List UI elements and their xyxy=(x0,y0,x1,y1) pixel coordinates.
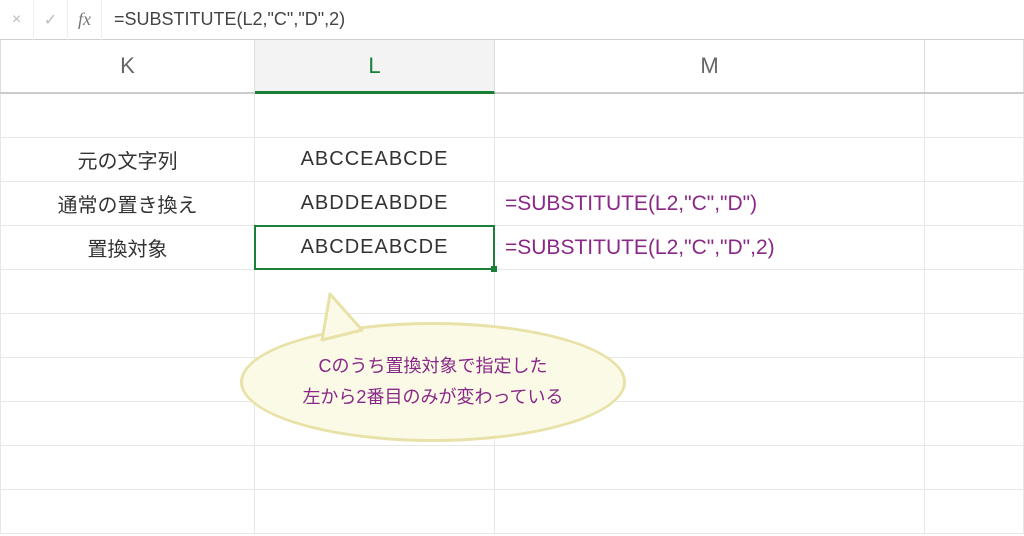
cell-formula[interactable]: =SUBSTITUTE(L2,"C","D") xyxy=(495,182,925,226)
cell-value-selected[interactable]: ABCDEABCDE xyxy=(255,226,495,270)
cell[interactable] xyxy=(495,358,925,402)
cell[interactable] xyxy=(495,490,925,534)
cell-formula[interactable]: =SUBSTITUTE(L2,"C","D",2) xyxy=(495,226,925,270)
cell-label[interactable]: 置換対象 xyxy=(0,226,255,270)
cell[interactable] xyxy=(255,270,495,314)
cell[interactable] xyxy=(925,358,1024,402)
table-row xyxy=(0,490,1024,534)
table-row xyxy=(0,94,1024,138)
cell[interactable] xyxy=(0,94,255,138)
fx-icon[interactable]: fx xyxy=(68,0,102,40)
table-row xyxy=(0,270,1024,314)
table-row xyxy=(0,446,1024,490)
column-header-row: K L M xyxy=(0,40,1024,94)
column-header-l[interactable]: L xyxy=(255,40,495,94)
cell-value[interactable]: ABCCEABCDE xyxy=(255,138,495,182)
table-row: 通常の置き換え ABDDEABDDE =SUBSTITUTE(L2,"C","D… xyxy=(0,182,1024,226)
column-header-k[interactable]: K xyxy=(0,40,255,92)
cell[interactable] xyxy=(925,402,1024,446)
cell[interactable] xyxy=(0,490,255,534)
cell-value[interactable]: ABDDEABDDE xyxy=(255,182,495,226)
cell[interactable] xyxy=(495,270,925,314)
cell[interactable] xyxy=(0,446,255,490)
cell[interactable] xyxy=(925,446,1024,490)
cell[interactable] xyxy=(0,270,255,314)
formula-input[interactable] xyxy=(102,0,1024,39)
cell[interactable] xyxy=(925,314,1024,358)
cell[interactable] xyxy=(255,314,495,358)
column-header-n[interactable] xyxy=(925,40,1024,92)
cell-label[interactable]: 元の文字列 xyxy=(0,138,255,182)
spreadsheet-grid: K L M 元の文字列 ABCCEABCDE 通常の置き換え ABDDEABDD… xyxy=(0,40,1024,534)
cell[interactable] xyxy=(0,402,255,446)
cell[interactable] xyxy=(495,402,925,446)
cell[interactable] xyxy=(925,270,1024,314)
cell[interactable] xyxy=(925,490,1024,534)
table-row xyxy=(0,358,1024,402)
cell[interactable] xyxy=(495,94,925,138)
cell-label[interactable]: 通常の置き換え xyxy=(0,182,255,226)
cell[interactable] xyxy=(925,226,1024,270)
cell[interactable] xyxy=(495,314,925,358)
cell[interactable] xyxy=(925,138,1024,182)
cancel-icon[interactable]: × xyxy=(0,0,34,40)
cell[interactable] xyxy=(255,490,495,534)
table-row xyxy=(0,314,1024,358)
cell[interactable] xyxy=(255,94,495,138)
cell[interactable] xyxy=(255,446,495,490)
cell[interactable] xyxy=(925,182,1024,226)
table-row: 置換対象 ABCDEABCDE =SUBSTITUTE(L2,"C","D",2… xyxy=(0,226,1024,270)
column-header-m[interactable]: M xyxy=(495,40,925,92)
cell[interactable] xyxy=(0,314,255,358)
confirm-icon[interactable]: ✓ xyxy=(34,0,68,40)
table-row: 元の文字列 ABCCEABCDE xyxy=(0,138,1024,182)
table-row xyxy=(0,402,1024,446)
cell[interactable] xyxy=(495,446,925,490)
cell[interactable] xyxy=(255,402,495,446)
cell[interactable] xyxy=(0,358,255,402)
cell[interactable] xyxy=(255,358,495,402)
formula-bar: × ✓ fx xyxy=(0,0,1024,40)
cell[interactable] xyxy=(925,94,1024,138)
cell-formula[interactable] xyxy=(495,138,925,182)
